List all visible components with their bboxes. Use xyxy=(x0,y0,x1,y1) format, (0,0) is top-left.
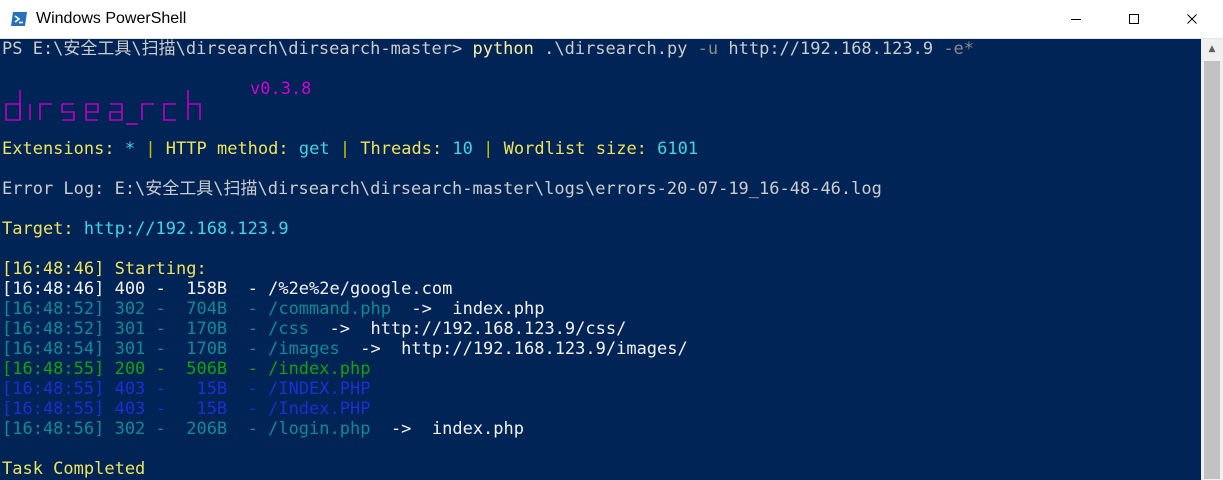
version-label: v0.3.8 xyxy=(250,79,312,99)
result-text: [16:48:56] 302 - 206B - /login.php xyxy=(2,419,391,439)
extensions-label: Extensions: xyxy=(2,139,125,159)
powershell-window: Windows PowerShell PS E:\安全工具\扫描\dirsear… xyxy=(0,0,1223,480)
method-value: get xyxy=(298,139,330,159)
prompt-path: PS E:\安全工具\扫描\dirsearch\dirsearch-master… xyxy=(2,39,473,59)
close-icon xyxy=(1187,14,1197,24)
threads-label: Threads: xyxy=(360,139,453,159)
minimize-icon xyxy=(1071,19,1081,20)
result-text: [16:48:52] 302 - 704B - /command.php xyxy=(2,299,412,319)
result-text: [16:48:52] 301 - 170B - /css xyxy=(2,319,330,339)
prompt-line: PS E:\安全工具\扫描\dirsearch\dirsearch-master… xyxy=(2,39,974,59)
result-redirect: -> http://192.168.123.9/images/ xyxy=(360,339,688,359)
target-line: Target: http://192.168.123.9 xyxy=(2,219,289,239)
result-redirect: -> index.php xyxy=(411,299,545,319)
result-row: [16:48:55] 200 - 506B - /index.php xyxy=(2,359,370,379)
maximize-button[interactable] xyxy=(1105,0,1163,38)
result-row: [16:48:55] 403 - 15B - /INDEX.PHP xyxy=(2,379,370,399)
method-label: HTTP method: xyxy=(165,139,299,159)
prompt-script: .\dirsearch.py xyxy=(533,39,698,59)
wordlist-value: 6101 xyxy=(657,139,699,159)
result-text: [16:48:46] 400 - 158B - /%2e%2e/google.c… xyxy=(2,279,453,299)
result-text: [16:48:55] 403 - 15B - /Index.PHP xyxy=(2,399,371,419)
target-label: Target: xyxy=(2,219,84,239)
result-row: [16:48:52] 302 - 704B - /command.php -> … xyxy=(2,299,544,319)
window-title: Windows PowerShell xyxy=(36,10,187,27)
target-value: http://192.168.123.9 xyxy=(83,219,289,239)
separator: | xyxy=(329,139,361,159)
extensions-value: * xyxy=(124,139,136,159)
result-row: [16:48:46] 400 - 158B - /%2e%2e/google.c… xyxy=(2,279,452,299)
console-output[interactable]: PS E:\安全工具\扫描\dirsearch\dirsearch-master… xyxy=(0,39,1201,480)
result-redirect: -> http://192.168.123.9/css/ xyxy=(329,319,627,339)
starting-line: [16:48:46] Starting: xyxy=(2,259,207,279)
result-redirect: -> index.php xyxy=(390,419,524,439)
scroll-up-icon[interactable]: ▲ xyxy=(1201,39,1223,59)
result-text: [16:48:55] 403 - 15B - /INDEX.PHP xyxy=(2,379,371,399)
result-text: [16:48:55] 200 - 506B - /index.php xyxy=(2,359,371,379)
result-row: [16:48:55] 403 - 15B - /Index.PHP xyxy=(2,399,370,419)
dirsearch-logo: dirsearch xyxy=(5,90,201,125)
result-row: [16:48:56] 302 - 206B - /login.php -> in… xyxy=(2,419,524,439)
result-row: [16:48:52] 301 - 170B - /css -> http://1… xyxy=(2,319,626,339)
task-completed-line: Task Completed xyxy=(2,459,146,479)
result-row: [16:48:54] 301 - 170B - /images -> http:… xyxy=(2,339,688,359)
vertical-scrollbar[interactable]: ▲ xyxy=(1201,39,1223,480)
scrollbar-thumb[interactable] xyxy=(1204,61,1220,479)
separator: | xyxy=(135,139,166,159)
threads-value: 10 xyxy=(452,139,473,159)
separator: | xyxy=(472,139,504,159)
prompt-url: http://192.168.123.9 xyxy=(718,39,944,59)
title-bar[interactable]: Windows PowerShell xyxy=(0,0,1223,39)
error-log-line: Error Log: E:\安全工具\扫描\dirsearch\dirsearc… xyxy=(2,179,882,199)
wordlist-label: Wordlist size: xyxy=(503,139,658,159)
maximize-icon xyxy=(1129,14,1139,24)
result-text: [16:48:54] 301 - 170B - /images xyxy=(2,339,361,359)
config-line: Extensions: * | HTTP method: get | Threa… xyxy=(2,139,698,159)
close-button[interactable] xyxy=(1163,0,1221,38)
minimize-button[interactable] xyxy=(1047,0,1105,38)
prompt-flag-u: -u xyxy=(697,39,719,59)
powershell-icon xyxy=(11,12,27,26)
prompt-flag-e: -e* xyxy=(943,39,975,59)
prompt-command: python xyxy=(472,39,534,59)
